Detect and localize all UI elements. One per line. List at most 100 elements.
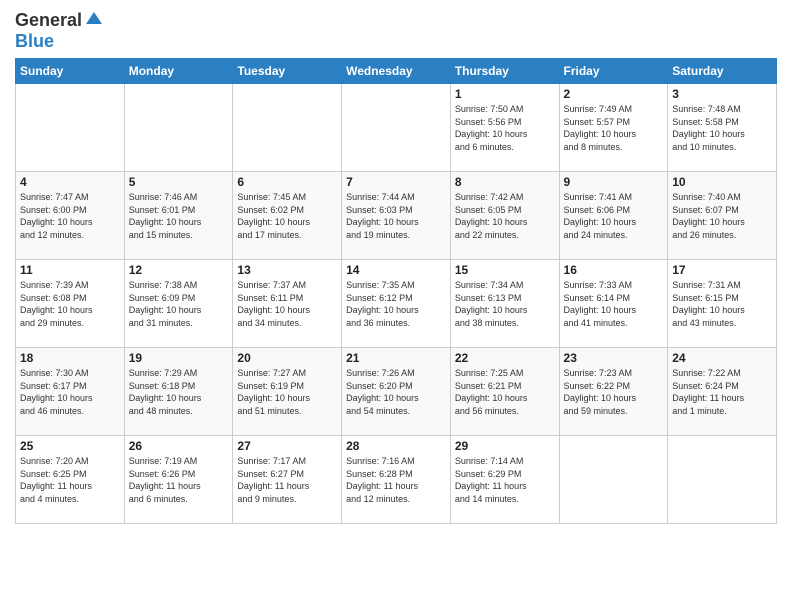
day-info: Sunrise: 7:29 AM Sunset: 6:18 PM Dayligh… (129, 367, 229, 417)
day-info: Sunrise: 7:20 AM Sunset: 6:25 PM Dayligh… (20, 455, 120, 505)
day-number: 16 (564, 263, 664, 277)
day-number: 17 (672, 263, 772, 277)
week-row-4: 25 Sunrise: 7:20 AM Sunset: 6:25 PM Dayli… (16, 436, 777, 524)
day-info: Sunrise: 7:42 AM Sunset: 6:05 PM Dayligh… (455, 191, 555, 241)
week-row-0: 1 Sunrise: 7:50 AM Sunset: 5:56 PM Daylig… (16, 84, 777, 172)
day-number: 13 (237, 263, 337, 277)
day-cell (559, 436, 668, 524)
day-number: 26 (129, 439, 229, 453)
day-number: 27 (237, 439, 337, 453)
day-info: Sunrise: 7:26 AM Sunset: 6:20 PM Dayligh… (346, 367, 446, 417)
day-info: Sunrise: 7:22 AM Sunset: 6:24 PM Dayligh… (672, 367, 772, 417)
day-number: 12 (129, 263, 229, 277)
day-info: Sunrise: 7:14 AM Sunset: 6:29 PM Dayligh… (455, 455, 555, 505)
logo-blue-text: Blue (15, 31, 54, 51)
day-cell: 21Sunrise: 7:26 AM Sunset: 6:20 PM Dayli… (342, 348, 451, 436)
col-header-friday: Friday (559, 59, 668, 84)
day-cell (342, 84, 451, 172)
col-header-wednesday: Wednesday (342, 59, 451, 84)
day-cell: 2 Sunrise: 7:49 AM Sunset: 5:57 PM Daylig… (559, 84, 668, 172)
day-cell: 3Sunrise: 7:48 AM Sunset: 5:58 PM Daylig… (668, 84, 777, 172)
day-cell: 15Sunrise: 7:34 AM Sunset: 6:13 PM Dayli… (450, 260, 559, 348)
col-header-saturday: Saturday (668, 59, 777, 84)
day-number: 7 (346, 175, 446, 189)
day-cell: 18 Sunrise: 7:30 AM Sunset: 6:17 PM Dayli… (16, 348, 125, 436)
day-info: Sunrise: 7:17 AM Sunset: 6:27 PM Dayligh… (237, 455, 337, 505)
day-cell: 8Sunrise: 7:42 AM Sunset: 6:05 PM Daylig… (450, 172, 559, 260)
day-cell: 9Sunrise: 7:41 AM Sunset: 6:06 PM Daylig… (559, 172, 668, 260)
day-cell: 14 Sunrise: 7:35 AM Sunset: 6:12 PM Dayli… (342, 260, 451, 348)
day-cell: 19 Sunrise: 7:29 AM Sunset: 6:18 PM Dayli… (124, 348, 233, 436)
col-header-tuesday: Tuesday (233, 59, 342, 84)
day-info: Sunrise: 7:46 AM Sunset: 6:01 PM Dayligh… (129, 191, 229, 241)
header-row: SundayMondayTuesdayWednesdayThursdayFrid… (16, 59, 777, 84)
day-cell: 12 Sunrise: 7:38 AM Sunset: 6:09 PM Dayli… (124, 260, 233, 348)
week-row-1: 4 Sunrise: 7:47 AM Sunset: 6:00 PM Daylig… (16, 172, 777, 260)
day-number: 15 (455, 263, 555, 277)
day-number: 1 (455, 87, 555, 101)
day-number: 25 (20, 439, 120, 453)
day-cell: 7 Sunrise: 7:44 AM Sunset: 6:03 PM Daylig… (342, 172, 451, 260)
day-cell: 6 Sunrise: 7:45 AM Sunset: 6:02 PM Daylig… (233, 172, 342, 260)
week-row-2: 11 Sunrise: 7:39 AM Sunset: 6:08 PM Dayli… (16, 260, 777, 348)
day-cell: 16 Sunrise: 7:33 AM Sunset: 6:14 PM Dayli… (559, 260, 668, 348)
day-number: 3 (672, 87, 772, 101)
day-number: 19 (129, 351, 229, 365)
day-cell: 5 Sunrise: 7:46 AM Sunset: 6:01 PM Daylig… (124, 172, 233, 260)
day-number: 14 (346, 263, 446, 277)
col-header-monday: Monday (124, 59, 233, 84)
day-cell: 1 Sunrise: 7:50 AM Sunset: 5:56 PM Daylig… (450, 84, 559, 172)
day-cell: 22 Sunrise: 7:25 AM Sunset: 6:21 PM Dayli… (450, 348, 559, 436)
day-cell: 10 Sunrise: 7:40 AM Sunset: 6:07 PM Dayli… (668, 172, 777, 260)
day-number: 29 (455, 439, 555, 453)
day-info: Sunrise: 7:50 AM Sunset: 5:56 PM Dayligh… (455, 103, 555, 153)
day-number: 6 (237, 175, 337, 189)
day-number: 11 (20, 263, 120, 277)
logo-icon (84, 10, 104, 30)
day-number: 2 (564, 87, 664, 101)
day-number: 10 (672, 175, 772, 189)
day-number: 18 (20, 351, 120, 365)
day-cell: 28 Sunrise: 7:16 AM Sunset: 6:28 PM Dayli… (342, 436, 451, 524)
day-number: 4 (20, 175, 120, 189)
day-cell: 25 Sunrise: 7:20 AM Sunset: 6:25 PM Dayli… (16, 436, 125, 524)
day-info: Sunrise: 7:37 AM Sunset: 6:11 PM Dayligh… (237, 279, 337, 329)
day-info: Sunrise: 7:33 AM Sunset: 6:14 PM Dayligh… (564, 279, 664, 329)
day-number: 23 (564, 351, 664, 365)
day-cell: 26 Sunrise: 7:19 AM Sunset: 6:26 PM Dayli… (124, 436, 233, 524)
day-info: Sunrise: 7:47 AM Sunset: 6:00 PM Dayligh… (20, 191, 120, 241)
day-info: Sunrise: 7:30 AM Sunset: 6:17 PM Dayligh… (20, 367, 120, 417)
day-cell: 27 Sunrise: 7:17 AM Sunset: 6:27 PM Dayli… (233, 436, 342, 524)
day-cell (16, 84, 125, 172)
day-number: 28 (346, 439, 446, 453)
day-cell (124, 84, 233, 172)
day-cell: 4 Sunrise: 7:47 AM Sunset: 6:00 PM Daylig… (16, 172, 125, 260)
day-number: 22 (455, 351, 555, 365)
day-cell (233, 84, 342, 172)
day-info: Sunrise: 7:44 AM Sunset: 6:03 PM Dayligh… (346, 191, 446, 241)
day-info: Sunrise: 7:19 AM Sunset: 6:26 PM Dayligh… (129, 455, 229, 505)
header: General Blue (15, 10, 777, 52)
logo-general-text: General (15, 10, 82, 31)
day-info: Sunrise: 7:35 AM Sunset: 6:12 PM Dayligh… (346, 279, 446, 329)
day-cell: 24Sunrise: 7:22 AM Sunset: 6:24 PM Dayli… (668, 348, 777, 436)
day-info: Sunrise: 7:39 AM Sunset: 6:08 PM Dayligh… (20, 279, 120, 329)
day-number: 5 (129, 175, 229, 189)
day-info: Sunrise: 7:16 AM Sunset: 6:28 PM Dayligh… (346, 455, 446, 505)
day-info: Sunrise: 7:27 AM Sunset: 6:19 PM Dayligh… (237, 367, 337, 417)
day-cell: 11 Sunrise: 7:39 AM Sunset: 6:08 PM Dayli… (16, 260, 125, 348)
calendar-page: General Blue SundayMondayTuesdayWednesda… (0, 0, 792, 612)
day-info: Sunrise: 7:38 AM Sunset: 6:09 PM Dayligh… (129, 279, 229, 329)
day-info: Sunrise: 7:40 AM Sunset: 6:07 PM Dayligh… (672, 191, 772, 241)
day-info: Sunrise: 7:45 AM Sunset: 6:02 PM Dayligh… (237, 191, 337, 241)
day-info: Sunrise: 7:49 AM Sunset: 5:57 PM Dayligh… (564, 103, 664, 153)
logo: General Blue (15, 10, 104, 52)
day-info: Sunrise: 7:41 AM Sunset: 6:06 PM Dayligh… (564, 191, 664, 241)
day-cell: 17 Sunrise: 7:31 AM Sunset: 6:15 PM Dayli… (668, 260, 777, 348)
day-cell (668, 436, 777, 524)
day-info: Sunrise: 7:31 AM Sunset: 6:15 PM Dayligh… (672, 279, 772, 329)
day-info: Sunrise: 7:25 AM Sunset: 6:21 PM Dayligh… (455, 367, 555, 417)
day-cell: 29 Sunrise: 7:14 AM Sunset: 6:29 PM Dayli… (450, 436, 559, 524)
col-header-sunday: Sunday (16, 59, 125, 84)
col-header-thursday: Thursday (450, 59, 559, 84)
